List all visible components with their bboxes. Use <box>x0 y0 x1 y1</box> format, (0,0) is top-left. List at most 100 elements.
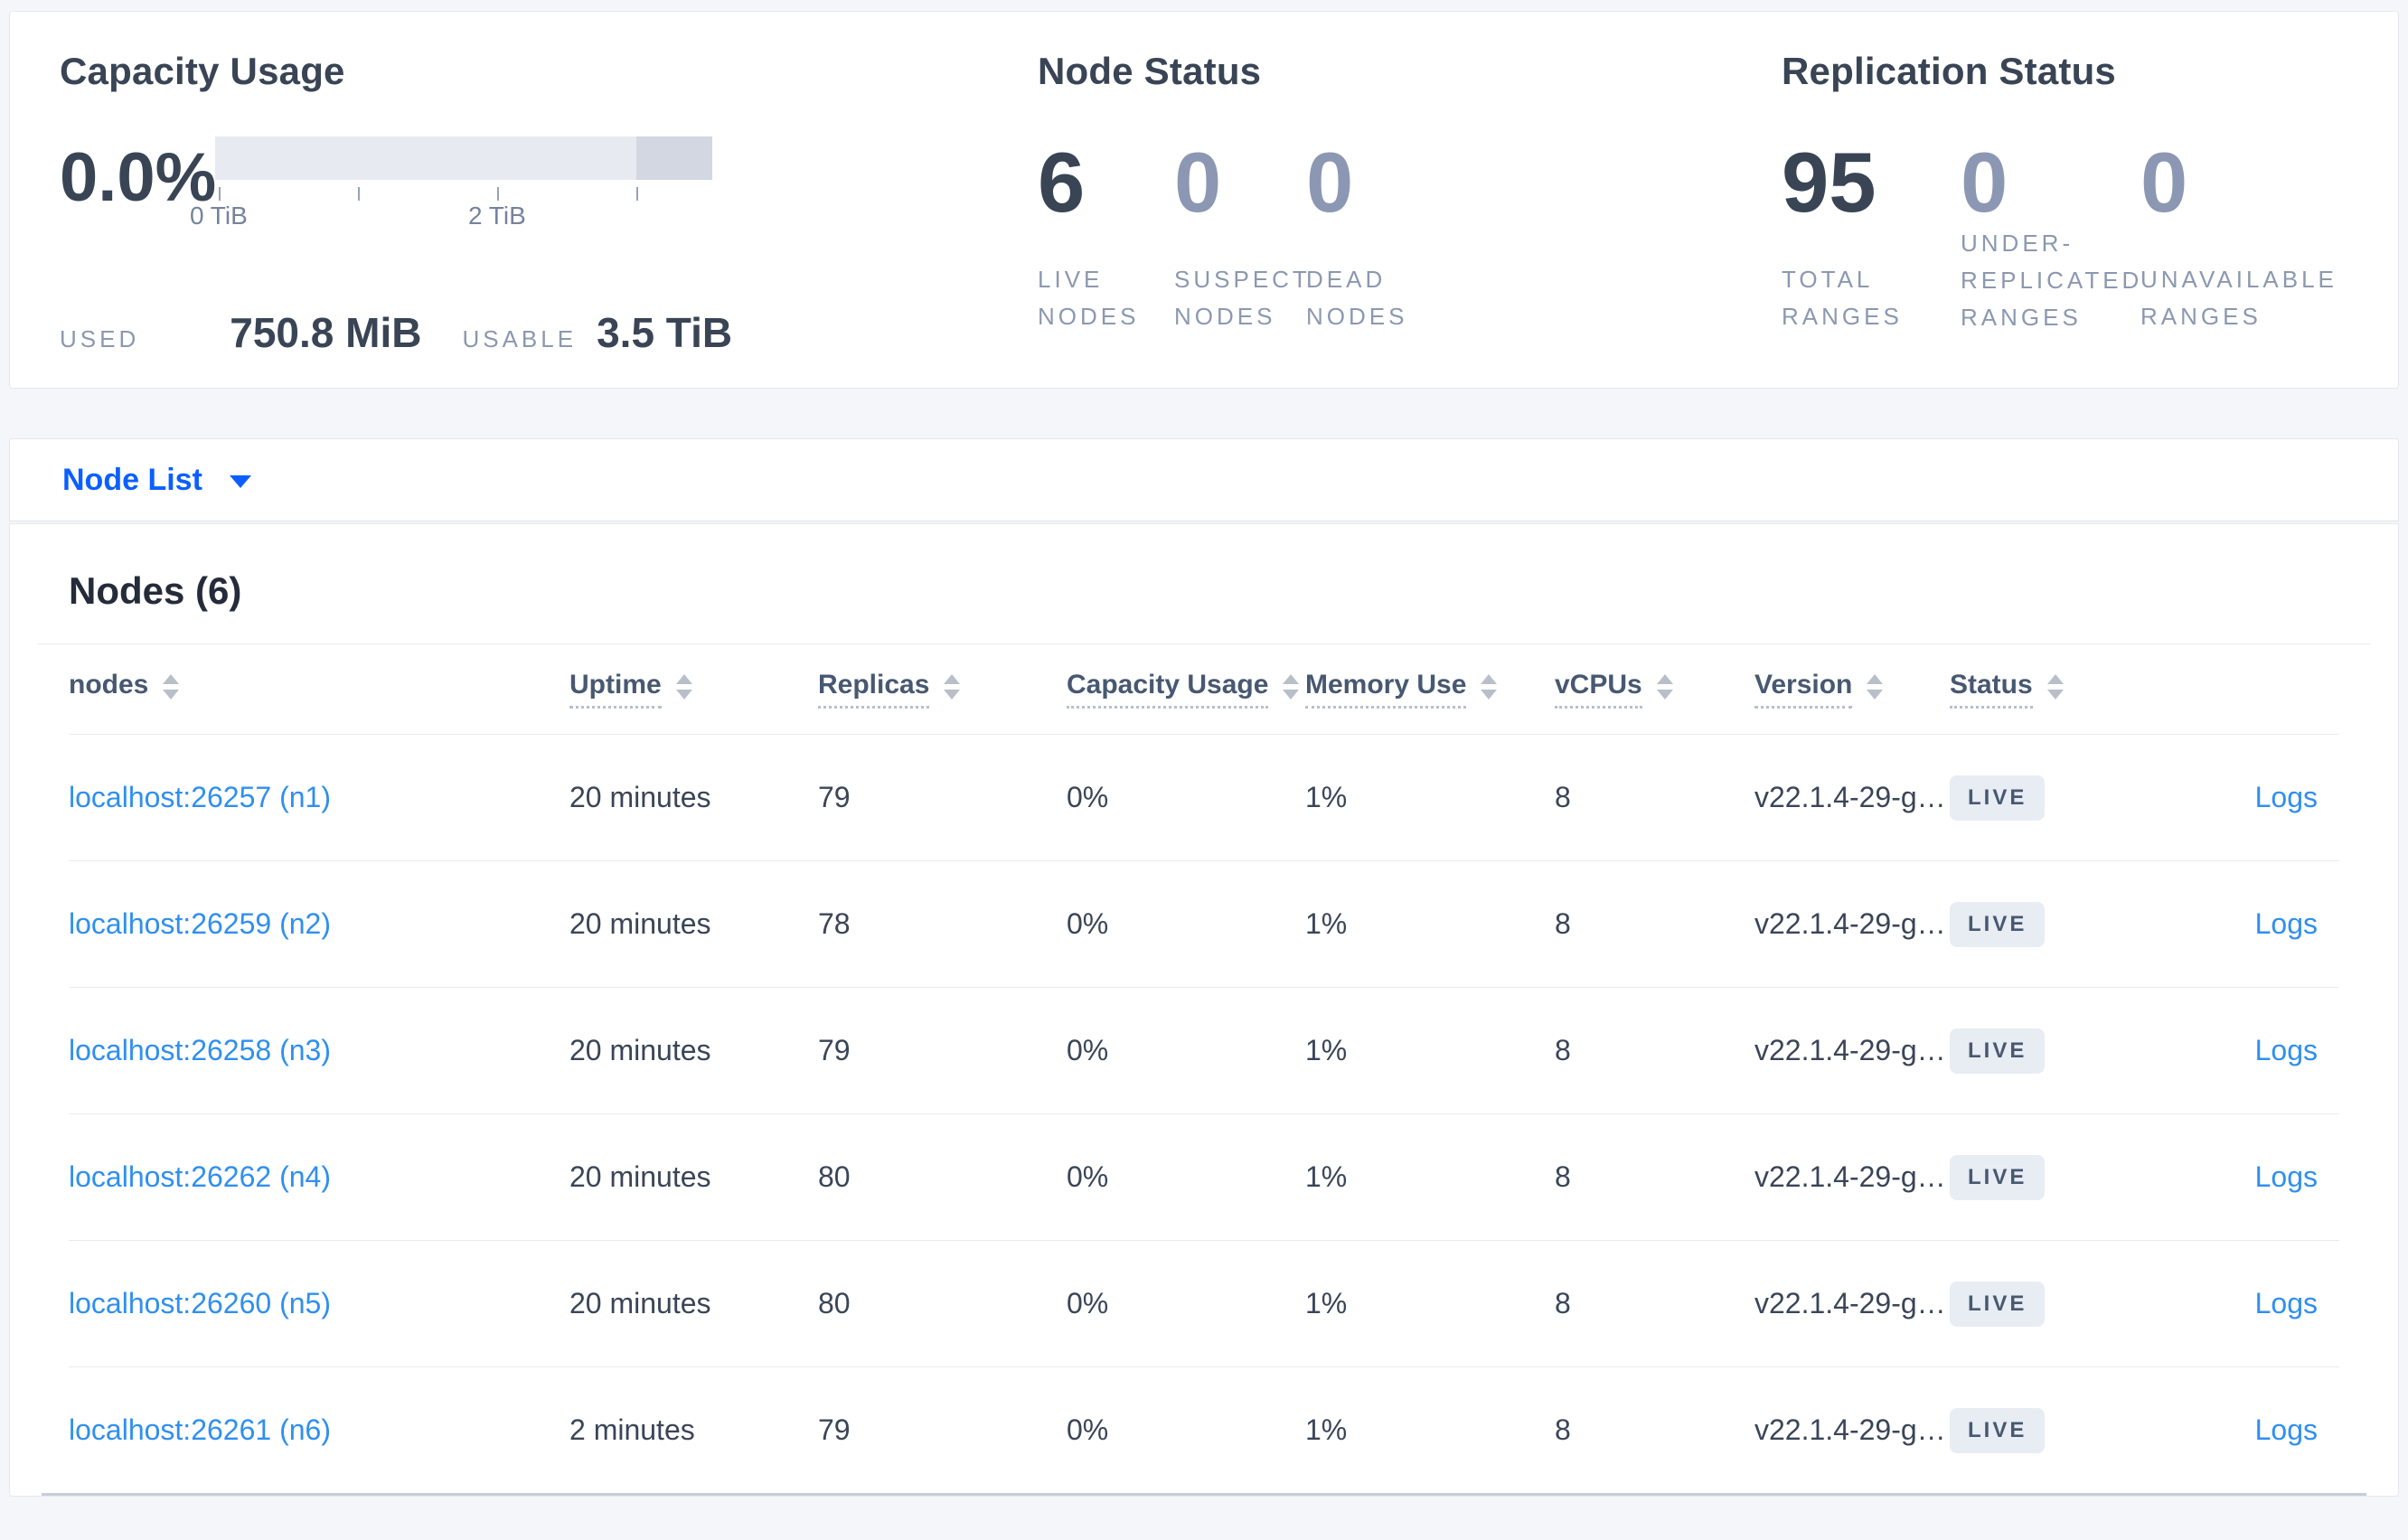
column-header-version[interactable]: Version <box>1754 670 1950 709</box>
version-cell: v22.1.4-29-g… <box>1754 907 1946 940</box>
status-badge: LIVE <box>1950 901 2046 947</box>
total-ranges-label: TOTAL RANGES <box>1782 266 1903 330</box>
table-row: localhost:26260 (n5) 20 minutes 80 0% 1%… <box>69 1240 2339 1366</box>
capacity-cell: 0% <box>1067 1413 1109 1446</box>
column-header-status[interactable]: Status <box>1950 670 2140 709</box>
capacity-usage-chart: 0.0% 0 TiB 2 TiB <box>60 136 1038 232</box>
chevron-down-icon <box>229 475 251 488</box>
capacity-cell: 0% <box>1067 1034 1109 1066</box>
unavailable-label: UNAVAILABLE RANGES <box>2140 266 2337 330</box>
unavailable-value: 0 <box>2140 135 2188 230</box>
node-link[interactable]: localhost:26260 (n5) <box>69 1287 331 1319</box>
sort-icon[interactable] <box>1867 673 1884 700</box>
status-badge: LIVE <box>1950 775 2046 821</box>
axis-tick <box>218 187 221 201</box>
capacity-axis-ticks <box>215 180 712 202</box>
column-header-vcpus[interactable]: vCPUs <box>1555 670 1754 709</box>
column-header-nodes[interactable]: nodes <box>69 670 569 709</box>
total-ranges-stat: 95 TOTAL RANGES <box>1782 140 1961 335</box>
uptime-cell: 20 minutes <box>569 1160 711 1193</box>
live-nodes-label: LIVE NODES <box>1038 266 1140 330</box>
memory-cell: 1% <box>1305 1413 1348 1446</box>
node-list-dropdown[interactable]: Node List <box>62 463 251 498</box>
under-replicated-value: 0 <box>1961 135 2008 230</box>
capacity-usage-title: Capacity Usage <box>60 50 345 92</box>
nodes-heading: Nodes (6) <box>69 569 242 612</box>
replication-status-section: Replication Status 95 TOTAL RANGES 0 UND… <box>1782 50 2348 357</box>
node-status-title: Node Status <box>1038 50 1262 92</box>
version-cell: v22.1.4-29-g… <box>1754 1160 1946 1193</box>
under-replicated-ranges-stat: 0 UNDER-REPLICATED RANGES <box>1961 140 2140 335</box>
sort-icon[interactable] <box>675 673 692 700</box>
node-link[interactable]: localhost:26262 (n4) <box>69 1160 331 1193</box>
uptime-cell: 20 minutes <box>569 781 711 813</box>
replication-status-title: Replication Status <box>1782 50 2116 92</box>
column-header-uptime[interactable]: Uptime <box>569 670 818 709</box>
capacity-axis-labels: 0 TiB 2 TiB <box>190 202 712 232</box>
nodes-table: nodes Uptime Replicas Capacity Usage Mem… <box>37 644 2371 1493</box>
capacity-used-usable-row: USED 750.8 MiB USABLE 3.5 TiB <box>60 308 1038 357</box>
table-row: localhost:26261 (n6) 2 minutes 79 0% 1% … <box>69 1366 2339 1493</box>
capacity-cell: 0% <box>1067 907 1109 940</box>
axis-tick <box>635 187 638 201</box>
table-header-row: nodes Uptime Replicas Capacity Usage Mem… <box>69 644 2339 734</box>
column-header-replicas[interactable]: Replicas <box>818 670 1067 709</box>
usable-label: USABLE <box>462 325 578 352</box>
capacity-cell: 0% <box>1067 781 1109 813</box>
node-link[interactable]: localhost:26258 (n3) <box>69 1034 331 1066</box>
status-badge: LIVE <box>1950 1028 2046 1074</box>
capacity-bar <box>215 136 712 180</box>
logs-link[interactable]: Logs <box>2255 907 2318 940</box>
status-badge: LIVE <box>1950 1407 2046 1453</box>
unavailable-ranges-stat: 0 UNAVAILABLE RANGES <box>2140 140 2348 335</box>
table-row: localhost:26258 (n3) 20 minutes 79 0% 1%… <box>69 987 2339 1113</box>
vcpus-cell: 8 <box>1555 1160 1571 1193</box>
sort-icon[interactable] <box>2046 673 2064 700</box>
replicas-cell: 79 <box>818 1413 851 1446</box>
logs-link[interactable]: Logs <box>2255 781 2318 813</box>
memory-cell: 1% <box>1305 1287 1348 1319</box>
suspect-nodes-stat: 0 SUSPECT NODES <box>1174 140 1306 335</box>
logs-link[interactable]: Logs <box>2255 1413 2318 1446</box>
used-label: USED <box>60 325 140 352</box>
node-link[interactable]: localhost:26261 (n6) <box>69 1413 331 1446</box>
node-list-label: Node List <box>62 462 202 497</box>
vcpus-cell: 8 <box>1555 1413 1571 1446</box>
logs-link[interactable]: Logs <box>2255 1160 2318 1193</box>
node-link[interactable]: localhost:26257 (n1) <box>69 781 331 813</box>
logs-link[interactable]: Logs <box>2255 1287 2318 1319</box>
capacity-cell: 0% <box>1067 1287 1109 1319</box>
table-row: localhost:26257 (n1) 20 minutes 79 0% 1%… <box>69 734 2339 860</box>
status-badge: LIVE <box>1950 1281 2046 1327</box>
column-header-capacity-usage[interactable]: Capacity Usage <box>1067 670 1305 709</box>
vcpus-cell: 8 <box>1555 907 1571 940</box>
capacity-bar-reserved-segment <box>635 136 712 180</box>
replicas-cell: 79 <box>818 1034 851 1066</box>
nodes-table-card: Nodes (6) nodes Uptime Replicas Capacity… <box>9 523 2399 1497</box>
axis-label: 2 TiB <box>467 202 526 230</box>
axis-tick <box>357 187 360 201</box>
uptime-cell: 20 minutes <box>569 907 711 940</box>
node-link[interactable]: localhost:26259 (n2) <box>69 907 331 940</box>
status-badge: LIVE <box>1950 1154 2046 1200</box>
logs-link[interactable]: Logs <box>2255 1034 2318 1066</box>
sort-icon[interactable] <box>163 673 180 700</box>
capacity-usage-section: Capacity Usage 0.0% 0 TiB 2 TiB USED 750… <box>60 50 1038 357</box>
sort-icon[interactable] <box>1283 673 1300 700</box>
vcpus-cell: 8 <box>1555 1287 1571 1319</box>
dead-nodes-value: 0 <box>1306 135 1354 230</box>
used-value: 750.8 MiB <box>230 309 422 356</box>
node-status-section: Node Status 6 LIVE NODES 0 SUSPECT NODES… <box>1038 50 1782 357</box>
version-cell: v22.1.4-29-g… <box>1754 1287 1946 1319</box>
table-row: localhost:26259 (n2) 20 minutes 78 0% 1%… <box>69 860 2339 987</box>
replicas-cell: 79 <box>818 781 851 813</box>
total-ranges-value: 95 <box>1782 135 1877 230</box>
sort-icon[interactable] <box>1656 673 1673 700</box>
sort-icon[interactable] <box>1481 673 1498 700</box>
sort-icon[interactable] <box>944 673 961 700</box>
usable-value: 3.5 TiB <box>597 309 733 356</box>
table-bottom-divider <box>42 1493 2366 1496</box>
column-header-memory-use[interactable]: Memory Use <box>1305 670 1555 709</box>
capacity-cell: 0% <box>1067 1160 1109 1193</box>
live-nodes-stat: 6 LIVE NODES <box>1038 140 1174 335</box>
